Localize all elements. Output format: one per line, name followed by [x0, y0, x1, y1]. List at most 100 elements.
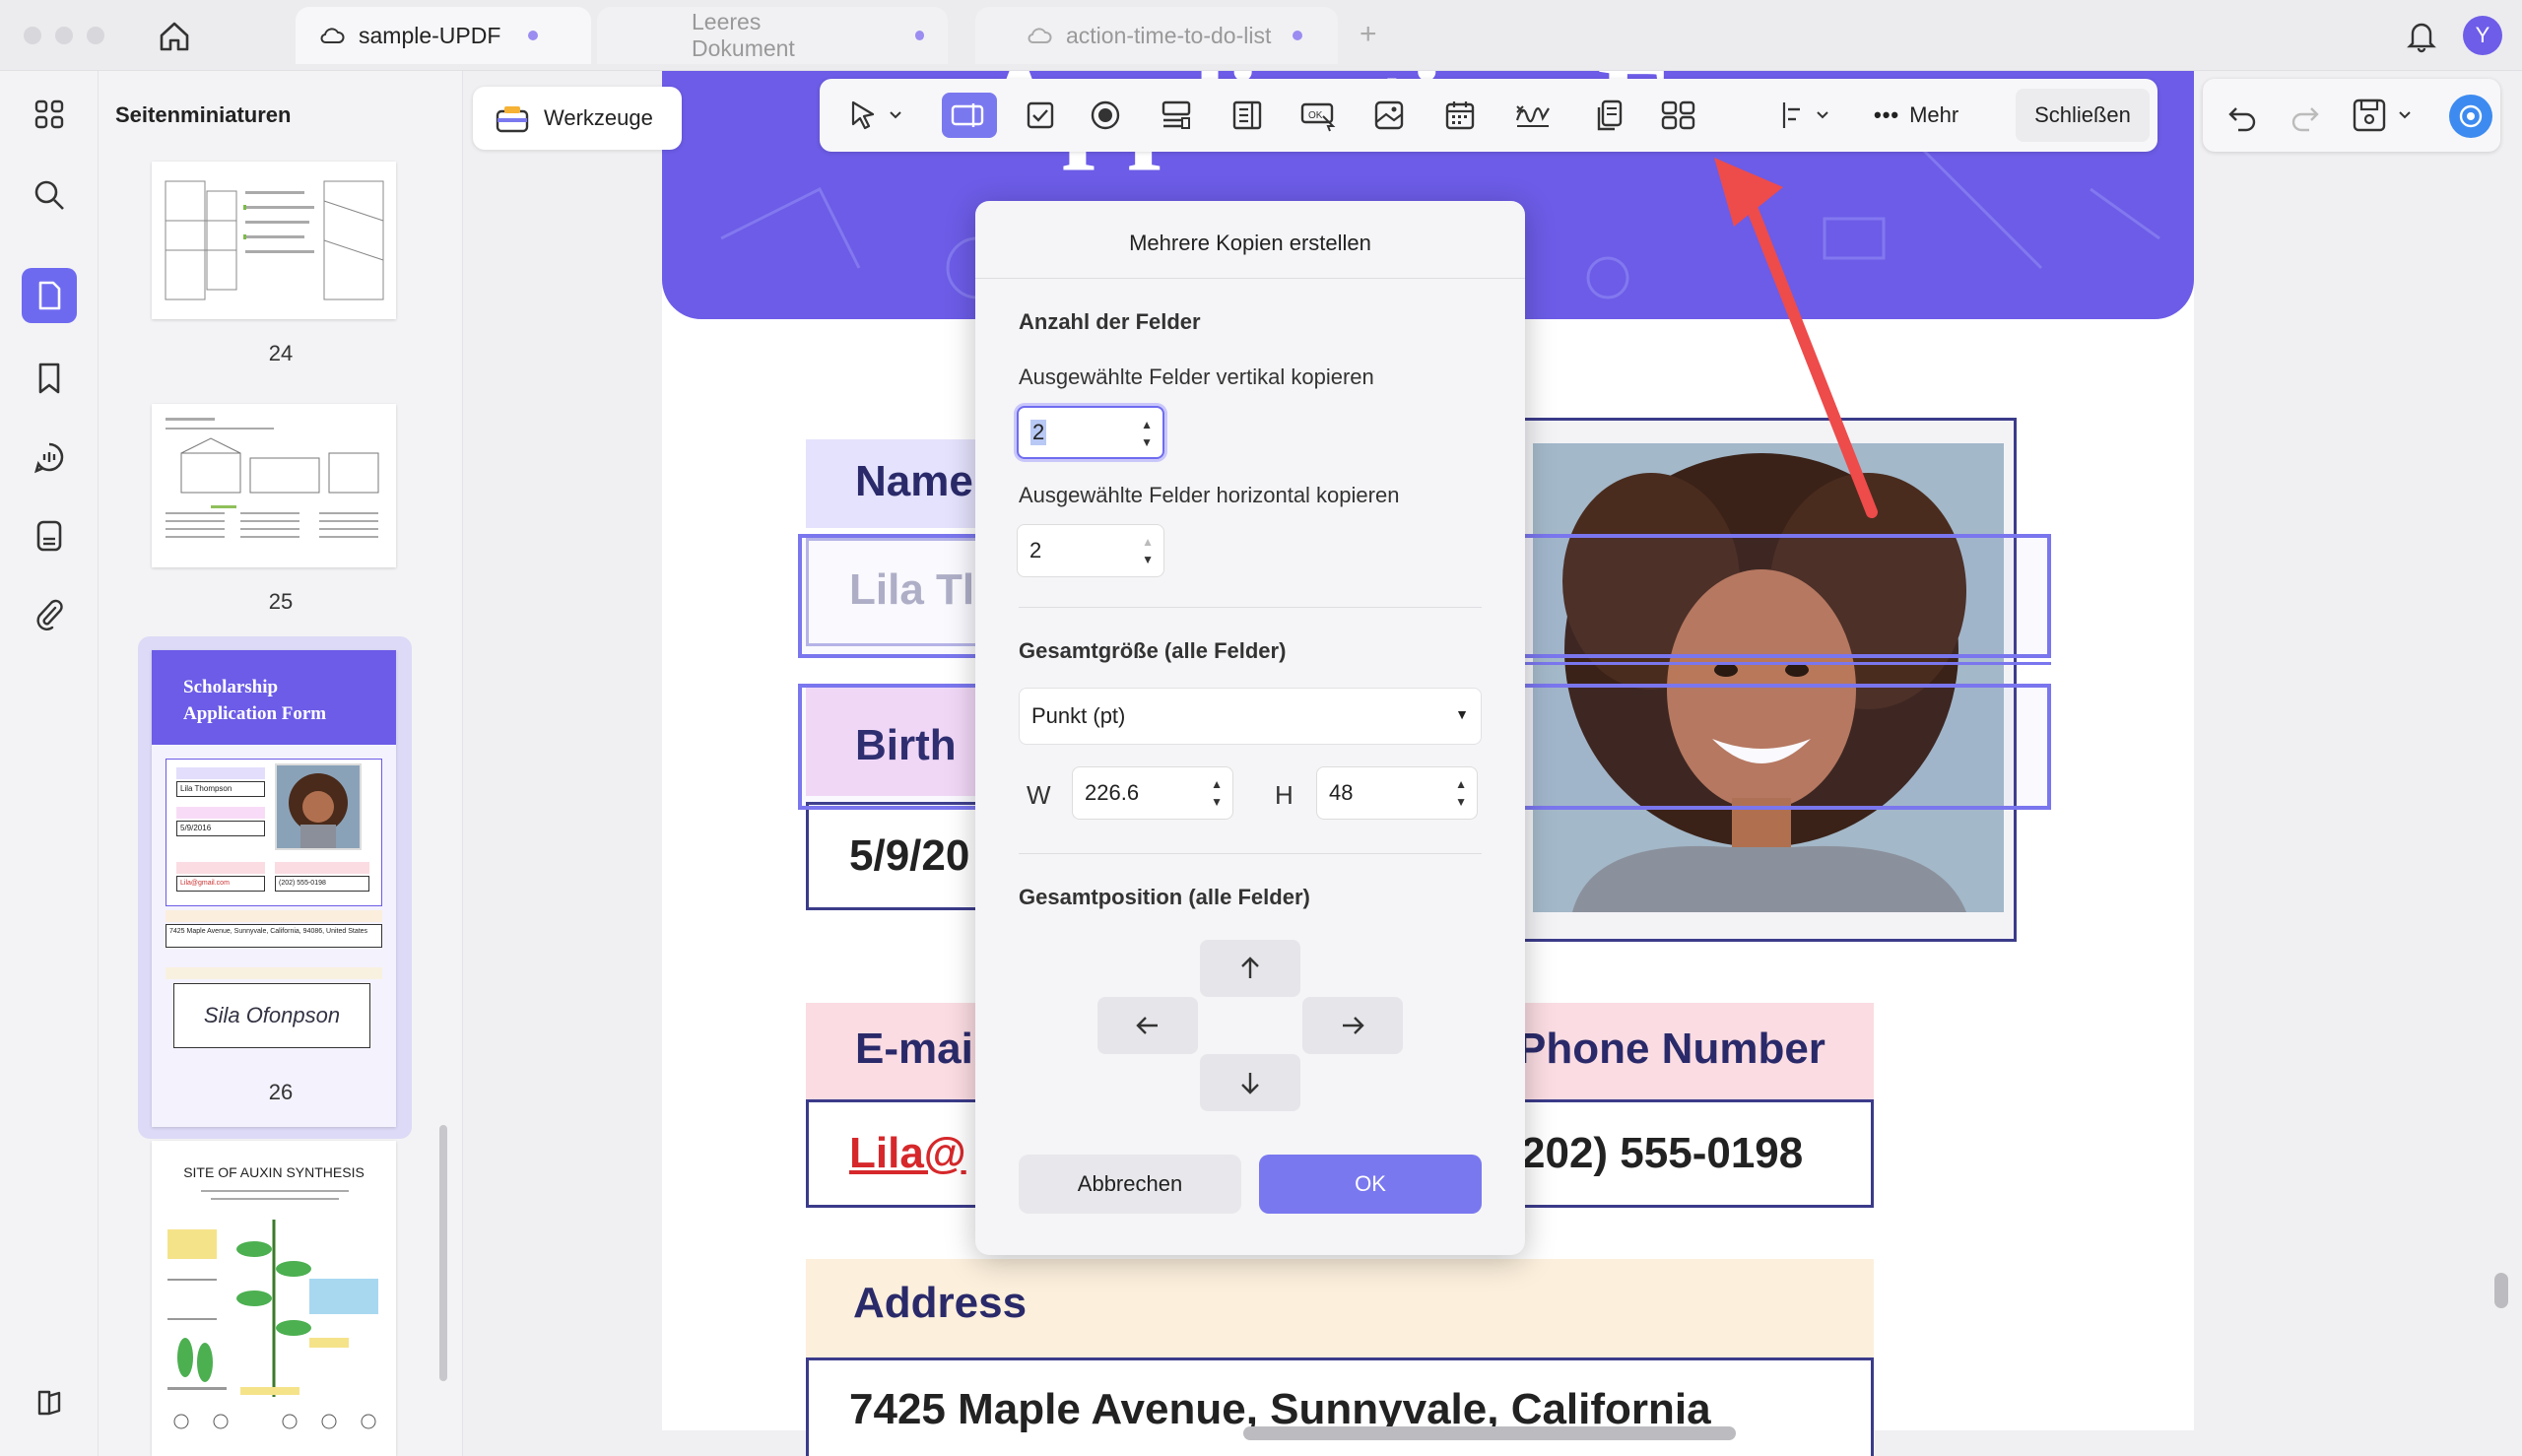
left-rail	[0, 71, 99, 1456]
selected-field-inner-line	[1521, 806, 2051, 809]
app-window: sample-UPDF Leeres Dokument action-time-…	[0, 0, 2522, 1456]
window-zoom-button[interactable]	[87, 27, 104, 44]
thumbnail-image	[167, 1190, 378, 1429]
signature-tool-icon[interactable]	[1509, 93, 1557, 138]
button-tool-icon[interactable]: OK	[1294, 93, 1342, 138]
stepper-arrows-icon[interactable]: ▲ ▼	[1141, 416, 1153, 451]
dialog-title: Mehrere Kopien erstellen	[1129, 231, 1371, 255]
redo-icon[interactable]	[2286, 97, 2325, 136]
height-value: 48	[1329, 780, 1354, 805]
cancel-button[interactable]: Abbrechen	[1019, 1155, 1241, 1214]
selected-field-inner-line	[1521, 662, 2051, 665]
stepper-arrows-icon[interactable]: ▲ ▼	[1142, 533, 1154, 568]
tools-button-label: Werkzeuge	[544, 105, 653, 130]
stepper-arrows-icon[interactable]: ▲ ▼	[1455, 775, 1467, 811]
thumb27-title: SITE OF AUXIN SYNTHESIS	[183, 1164, 365, 1180]
paperclip-icon[interactable]	[28, 593, 71, 636]
tools-button[interactable]: Werkzeuge	[473, 87, 682, 150]
checkbox-tool-icon[interactable]	[1017, 93, 1064, 138]
thumb-title: Scholarship Application Form	[183, 674, 326, 727]
list-box-tool-icon[interactable]	[1224, 93, 1271, 138]
stepper-arrows-icon[interactable]: ▲ ▼	[1211, 775, 1223, 811]
copy-fields-tool-icon[interactable]	[1586, 93, 1633, 138]
position-heading: Gesamtposition (alle Felder)	[1019, 885, 1310, 909]
unsaved-dot	[528, 31, 539, 40]
svg-text:OK: OK	[1308, 110, 1323, 121]
right-toolbar	[2203, 79, 2500, 152]
form-toolbar: OK ••• Mehr Schließen	[820, 79, 2157, 152]
tab-label: action-time-to-do-list	[1066, 22, 1272, 48]
page-number: 25	[268, 589, 294, 614]
width-stepper[interactable]: 226.6 ▲ ▼	[1072, 766, 1233, 820]
ai-assistant-icon[interactable]	[2449, 95, 2492, 138]
arrow-up-icon	[1241, 957, 1259, 978]
unit-select-value: Punkt (pt)	[1031, 703, 1126, 728]
more-button[interactable]: ••• Mehr	[1874, 93, 1958, 138]
w-label: W	[1027, 780, 1051, 810]
horizontal-scrollbar[interactable]	[1243, 1426, 1736, 1440]
comment-icon[interactable]	[28, 435, 71, 479]
section-divider	[1019, 853, 1482, 854]
window-close-button[interactable]	[24, 27, 41, 44]
size-heading: Gesamtgröße (alle Felder)	[1019, 638, 1287, 663]
select-tool-button[interactable]	[837, 93, 916, 138]
avatar[interactable]: Y	[2463, 16, 2502, 55]
tab-action-time-to-do-list[interactable]: action-time-to-do-list	[975, 7, 1338, 64]
bookmark-icon[interactable]	[28, 357, 71, 400]
count-heading: Anzahl der Felder	[1019, 309, 1201, 334]
more-dots-icon: •••	[1874, 102, 1900, 127]
home-icon[interactable]	[156, 18, 193, 55]
arrow-down-icon	[1241, 1073, 1259, 1094]
ok-button[interactable]: OK	[1259, 1155, 1482, 1214]
combo-box-tool-icon[interactable]	[1153, 93, 1200, 138]
new-tab-plus-icon[interactable]: +	[1360, 18, 1377, 51]
height-stepper[interactable]: 48 ▲ ▼	[1316, 766, 1478, 820]
horizontal-copies-stepper[interactable]: 2 ▲ ▼	[1017, 524, 1164, 577]
window-minimize-button[interactable]	[55, 27, 73, 44]
arrow-right-icon	[1343, 1017, 1364, 1034]
document-stack-icon[interactable]	[28, 514, 71, 558]
move-up-button[interactable]	[1200, 940, 1300, 997]
name-label: Name	[855, 457, 973, 505]
pages-icon[interactable]	[22, 268, 77, 323]
radio-button-tool-icon[interactable]	[1082, 93, 1129, 138]
unsaved-dot	[1293, 31, 1302, 40]
thumbnail-page-25[interactable]	[152, 404, 396, 567]
thumb-photo	[275, 763, 362, 850]
move-right-button[interactable]	[1302, 997, 1403, 1054]
cloud-icon	[1028, 28, 1052, 43]
annotation-arrow	[1714, 158, 1878, 518]
thumbnail-page-24[interactable]	[152, 162, 396, 319]
arrow-left-icon	[1136, 1017, 1158, 1034]
tab-sample-updf[interactable]: sample-UPDF	[296, 7, 591, 64]
undo-icon[interactable]	[2223, 97, 2262, 136]
thumbnail-scrollbar[interactable]	[439, 1125, 447, 1381]
tab-leeres-dokument[interactable]: Leeres Dokument	[597, 7, 948, 64]
vertical-scrollbar[interactable]	[2494, 1273, 2508, 1308]
width-value: 226.6	[1085, 780, 1140, 805]
move-down-button[interactable]	[1200, 1054, 1300, 1111]
move-left-button[interactable]	[1097, 997, 1198, 1054]
bell-icon[interactable]	[2404, 18, 2439, 53]
grid-apps-icon[interactable]	[28, 93, 71, 136]
text-field-tool-button[interactable]	[942, 93, 997, 138]
thumbnail-page-27[interactable]: SITE OF AUXIN SYNTHESIS	[152, 1141, 396, 1456]
vertical-copies-stepper[interactable]: 2 ▲ ▼	[1017, 406, 1164, 459]
horizontal-copies-value: 2	[1029, 538, 1042, 563]
page-number: 24	[268, 341, 294, 365]
vertical-copies-label: Ausgewählte Felder vertikal kopieren	[1019, 364, 1374, 389]
unit-select[interactable]: Punkt (pt) ▼	[1019, 688, 1482, 745]
layers-icon[interactable]	[28, 1381, 71, 1424]
search-icon[interactable]	[28, 173, 71, 217]
thumb-form-top: Lila Thompson 5/9/2016 Lila@gmail.com (2…	[166, 759, 382, 906]
close-edit-button[interactable]: Schließen	[2016, 89, 2150, 142]
image-field-tool-icon[interactable]	[1365, 93, 1413, 138]
address-label: Address	[853, 1279, 1028, 1327]
thumb-address: 7425 Maple Avenue, Sunnyvale, California…	[166, 924, 382, 948]
save-icon[interactable]	[2351, 95, 2420, 136]
multiple-copies-tool-icon[interactable]	[1655, 93, 1702, 138]
vertical-copies-value: 2	[1030, 420, 1047, 445]
date-field-tool-icon[interactable]	[1436, 93, 1484, 138]
align-tool-button[interactable]	[1775, 93, 1840, 138]
thumbnail-page-26[interactable]: Scholarship Application Form Lila Thomps…	[152, 650, 396, 1127]
